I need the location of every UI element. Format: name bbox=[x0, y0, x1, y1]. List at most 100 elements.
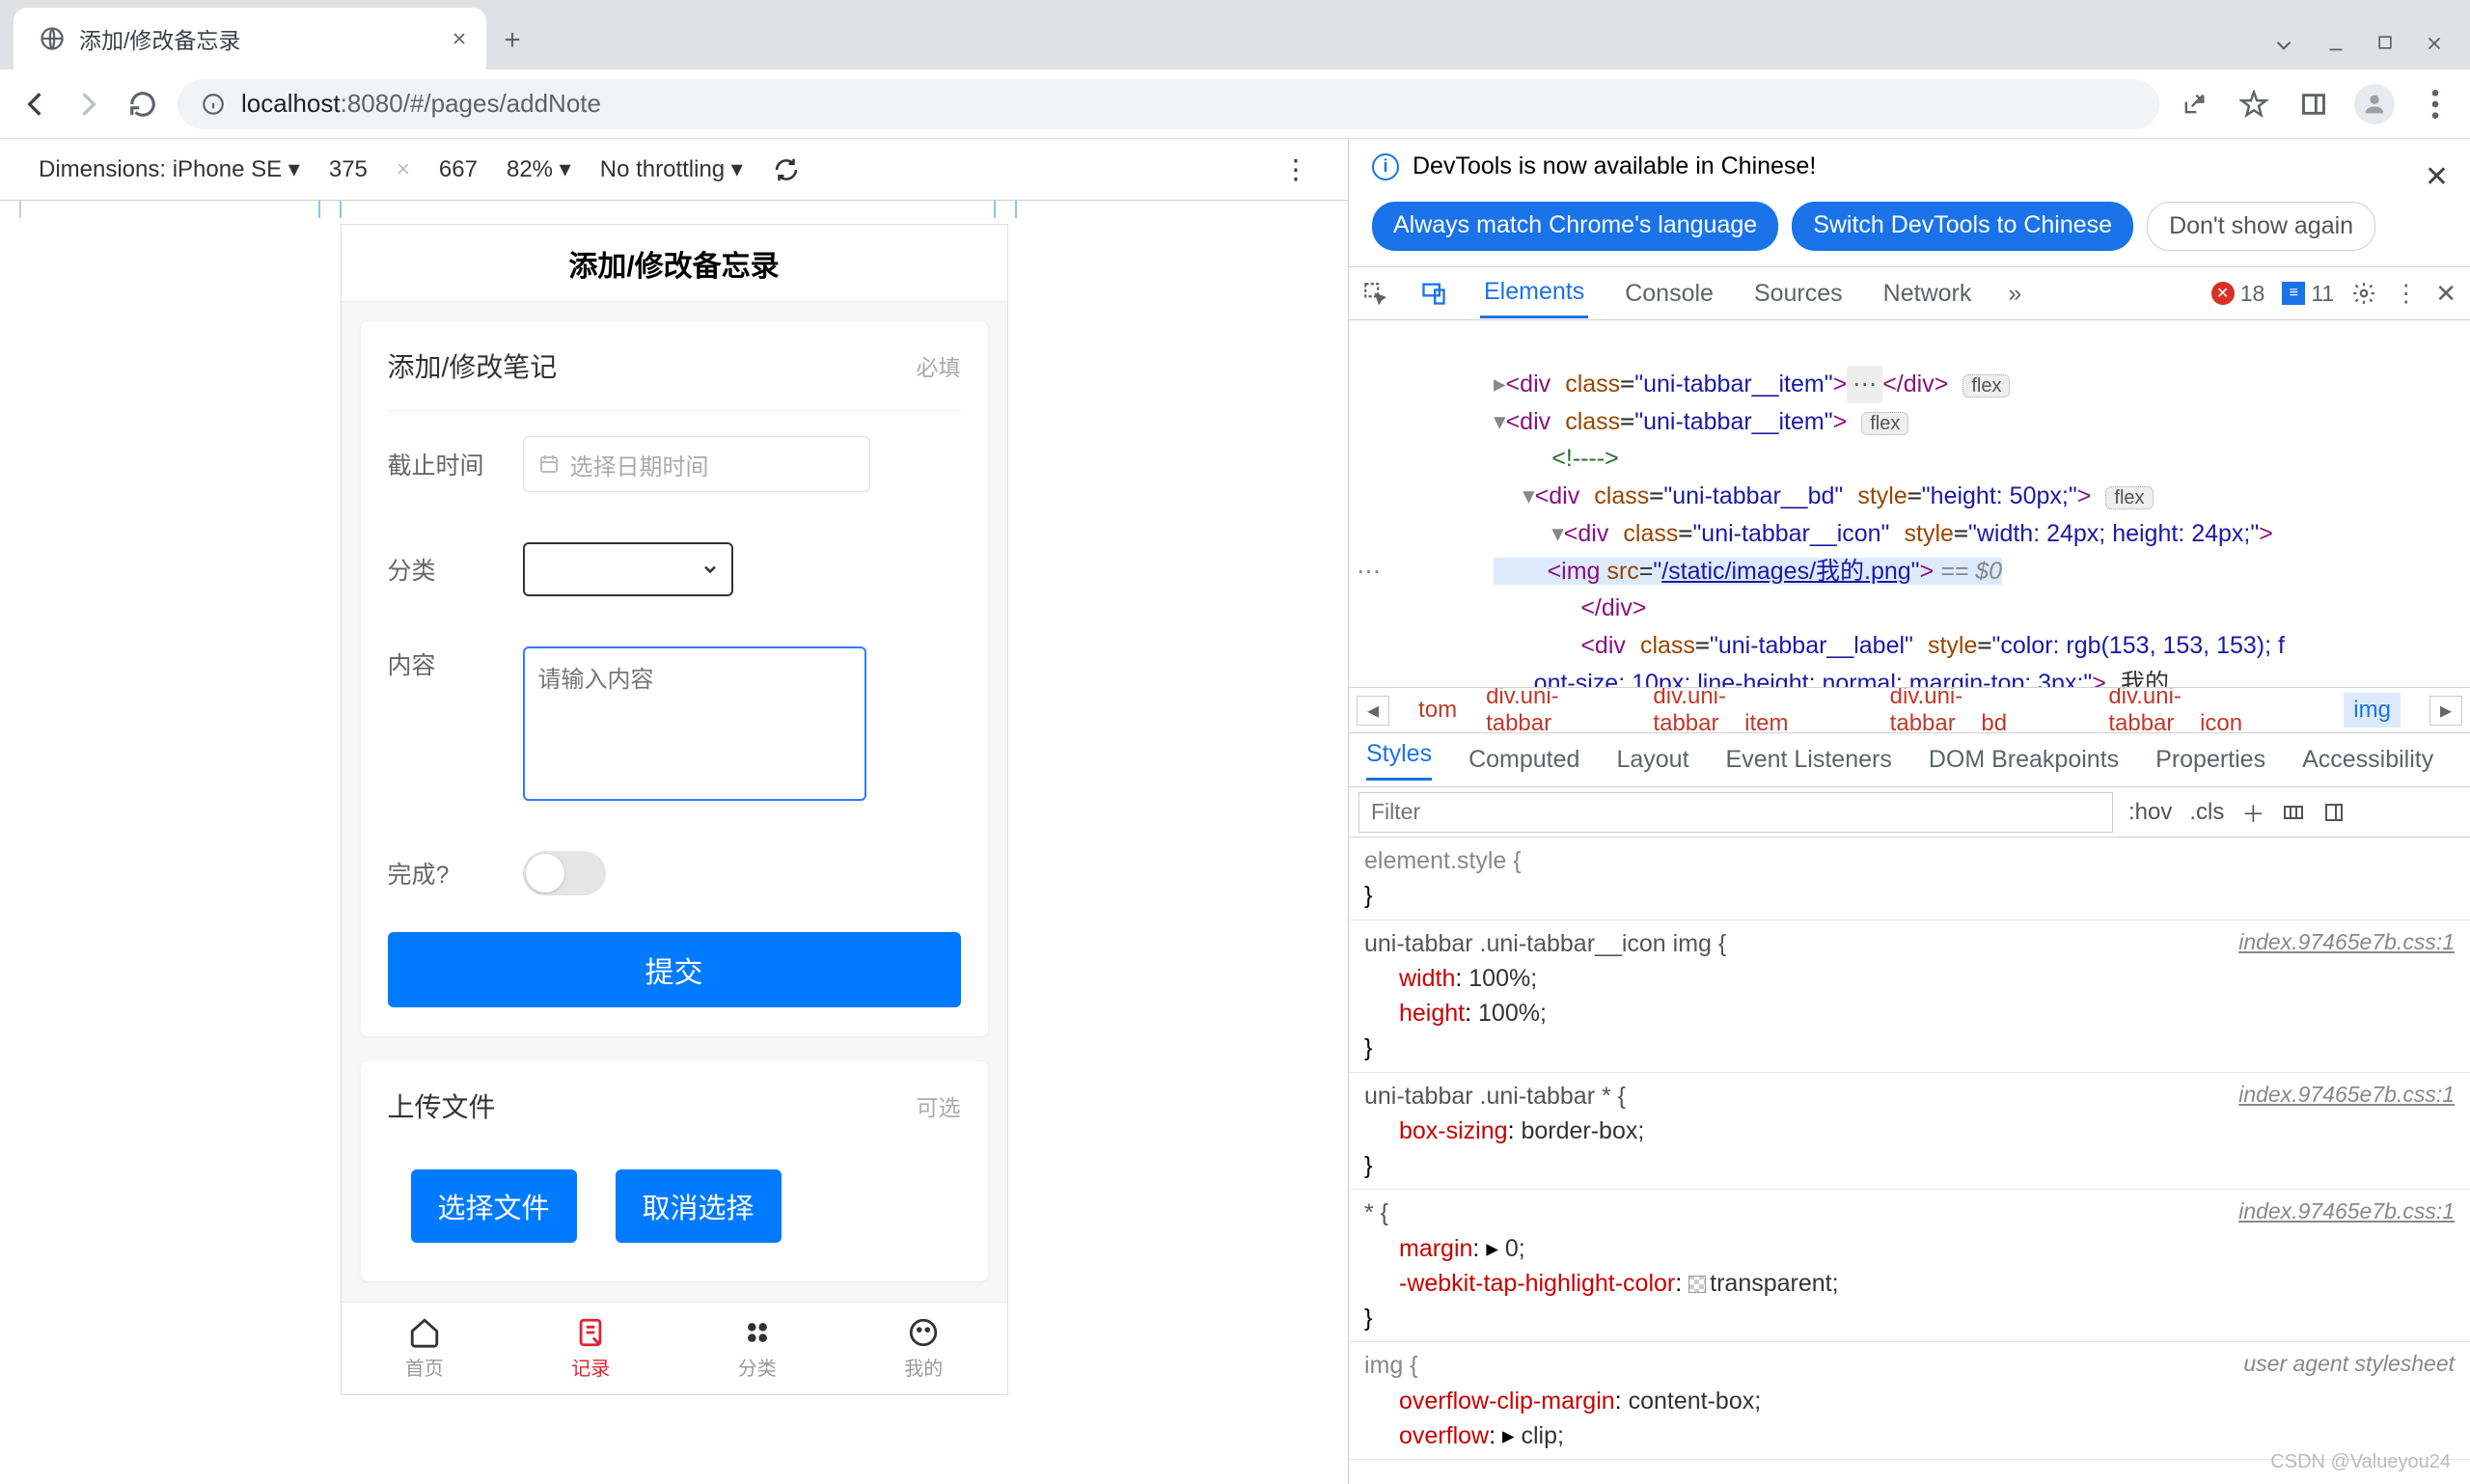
new-tab-button[interactable]: + bbox=[486, 12, 538, 69]
done-toggle[interactable] bbox=[523, 851, 606, 895]
devtools-tabs: Elements Console Sources Network » ✕18 ≡… bbox=[1349, 266, 2470, 320]
gear-icon[interactable] bbox=[2351, 281, 2376, 306]
maximize-icon[interactable] bbox=[2375, 33, 2395, 52]
pill-match-lang[interactable]: Always match Chrome's language bbox=[1372, 202, 1778, 251]
tab-strip: 添加/修改备忘录 + bbox=[0, 0, 2470, 69]
tab-network[interactable]: Network bbox=[1880, 270, 1976, 317]
styles-tabs: Styles Computed Layout Event Listeners D… bbox=[1349, 733, 2470, 787]
message-count[interactable]: ≡11 bbox=[2282, 281, 2334, 307]
profile-avatar[interactable] bbox=[2354, 84, 2395, 124]
width-input[interactable]: 375 bbox=[329, 156, 368, 183]
window-close-icon[interactable] bbox=[2424, 33, 2445, 54]
pill-switch-cn[interactable]: Switch DevTools to Chinese bbox=[1792, 202, 2133, 251]
devtools-pane: i DevTools is now available in Chinese! … bbox=[1349, 139, 2470, 1484]
styles-filter-input[interactable] bbox=[1358, 792, 2113, 833]
tabbar: 首页 记录 分类 我的 bbox=[342, 1302, 1007, 1394]
tab-layout[interactable]: Layout bbox=[1616, 746, 1688, 774]
tab-category[interactable]: 分类 bbox=[674, 1303, 841, 1394]
note-icon bbox=[574, 1316, 607, 1349]
rotate-icon[interactable] bbox=[772, 155, 801, 184]
content-label: 内容 bbox=[388, 646, 504, 681]
bookmark-icon[interactable] bbox=[2235, 85, 2273, 124]
dimensions-select[interactable]: Dimensions: iPhone SE ▾ bbox=[39, 155, 300, 183]
url-text: localhost:8080/#/pages/addNote bbox=[241, 89, 601, 119]
panel-toggle-icon[interactable] bbox=[2322, 801, 2346, 824]
info-icon: i bbox=[1372, 153, 1399, 180]
device-toolbar: Dimensions: iPhone SE ▾ 375 × 667 82% ▾ … bbox=[0, 139, 1348, 201]
menu-icon[interactable] bbox=[2416, 85, 2455, 124]
phone-frame: 添加/修改备忘录 添加/修改笔记 必填 截止时间 选择日期时间 bbox=[341, 224, 1008, 1395]
tab-profile[interactable]: 我的 bbox=[840, 1303, 1007, 1394]
cancel-file-button[interactable]: 取消选择 bbox=[616, 1169, 782, 1243]
forward-button[interactable] bbox=[69, 85, 108, 124]
tab-listeners[interactable]: Event Listeners bbox=[1726, 746, 1892, 774]
upload-card: 上传文件 可选 选择文件 取消选择 bbox=[361, 1061, 988, 1281]
hov-toggle[interactable]: :hov bbox=[2128, 799, 2172, 826]
upload-title: 上传文件 bbox=[388, 1086, 496, 1125]
chevron-down-icon bbox=[700, 560, 720, 579]
viewport-area: 添加/修改备忘录 添加/修改笔记 必填 截止时间 选择日期时间 bbox=[0, 201, 1348, 1484]
grid-icon bbox=[741, 1316, 774, 1349]
new-rule-icon[interactable]: ＋ bbox=[2241, 795, 2264, 829]
category-select[interactable] bbox=[523, 542, 733, 596]
devtools-close-icon[interactable]: ✕ bbox=[2435, 279, 2456, 309]
info-icon bbox=[201, 92, 226, 117]
browser-tab[interactable]: 添加/修改备忘录 bbox=[14, 8, 486, 69]
banner-close-icon[interactable]: ✕ bbox=[2425, 160, 2449, 194]
required-hint: 必填 bbox=[917, 349, 961, 382]
devtools-banner: i DevTools is now available in Chinese! … bbox=[1349, 139, 2470, 194]
tab-a11y[interactable]: Accessibility bbox=[2302, 746, 2433, 774]
panel-icon[interactable] bbox=[2294, 85, 2333, 124]
reload-button[interactable] bbox=[124, 85, 162, 124]
address-bar: localhost:8080/#/pages/addNote bbox=[0, 69, 2470, 139]
minimize-icon[interactable] bbox=[2325, 33, 2346, 54]
url-box[interactable]: localhost:8080/#/pages/addNote bbox=[178, 79, 2159, 129]
tab-styles[interactable]: Styles bbox=[1366, 740, 1432, 781]
globe-icon bbox=[39, 25, 66, 52]
tab-home[interactable]: 首页 bbox=[342, 1303, 508, 1394]
dom-tree[interactable]: ▸<div class="uni-tabbar__item">⋯</div> f… bbox=[1349, 320, 2470, 687]
watermark: CSDN @Valueyou24 bbox=[2270, 1448, 2451, 1476]
tabs-overflow-icon[interactable]: » bbox=[2008, 280, 2021, 308]
category-label: 分类 bbox=[388, 552, 504, 587]
tab-dom-bp[interactable]: DOM Breakpoints bbox=[1929, 746, 2119, 774]
device-more-icon[interactable]: ⋮ bbox=[1282, 153, 1309, 185]
card-title: 添加/修改笔记 bbox=[388, 346, 558, 385]
optional-hint: 可选 bbox=[917, 1089, 961, 1122]
choose-file-button[interactable]: 选择文件 bbox=[411, 1169, 577, 1243]
done-label: 完成? bbox=[388, 856, 504, 891]
tab-sources[interactable]: Sources bbox=[1750, 270, 1847, 317]
devtools-more-icon[interactable]: ⋮ bbox=[2394, 279, 2418, 308]
back-button[interactable] bbox=[15, 85, 54, 124]
height-input[interactable]: 667 bbox=[439, 156, 478, 183]
zoom-select[interactable]: 82% ▾ bbox=[507, 155, 571, 183]
form-card: 添加/修改笔记 必填 截止时间 选择日期时间 分类 bbox=[361, 321, 988, 1036]
deadline-label: 截止时间 bbox=[388, 447, 504, 481]
tab-notes[interactable]: 记录 bbox=[508, 1303, 674, 1394]
device-preview-pane: Dimensions: iPhone SE ▾ 375 × 667 82% ▾ … bbox=[0, 139, 1349, 1484]
home-icon bbox=[408, 1316, 441, 1349]
date-picker[interactable]: 选择日期时间 bbox=[523, 436, 870, 492]
tab-console[interactable]: Console bbox=[1621, 270, 1717, 317]
inspect-icon[interactable] bbox=[1362, 281, 1387, 306]
dom-breadcrumb[interactable]: ◂ tom div.uni-tabbar div.uni-tabbar__ite… bbox=[1349, 687, 2470, 733]
flex-icon[interactable] bbox=[2282, 801, 2305, 824]
tab-elements[interactable]: Elements bbox=[1480, 268, 1588, 318]
chevron-down-icon[interactable] bbox=[2271, 33, 2296, 58]
tab-properties[interactable]: Properties bbox=[2155, 746, 2265, 774]
submit-button[interactable]: 提交 bbox=[388, 932, 961, 1007]
ruler bbox=[0, 201, 1348, 220]
tab-computed[interactable]: Computed bbox=[1468, 746, 1579, 774]
tab-title: 添加/修改备忘录 bbox=[79, 22, 436, 55]
share-icon[interactable] bbox=[2175, 85, 2213, 124]
pill-dont-show[interactable]: Don't show again bbox=[2147, 202, 2375, 251]
cls-toggle[interactable]: .cls bbox=[2189, 799, 2224, 826]
close-icon[interactable] bbox=[450, 29, 469, 48]
calendar-icon bbox=[537, 453, 561, 476]
content-textarea[interactable] bbox=[523, 646, 866, 801]
face-icon bbox=[907, 1316, 940, 1349]
device-toggle-icon[interactable] bbox=[1420, 280, 1447, 307]
throttling-select[interactable]: No throttling ▾ bbox=[600, 155, 743, 183]
error-count[interactable]: ✕18 bbox=[2211, 281, 2265, 307]
css-rules[interactable]: element.style { } index.97465e7b.css:1 u… bbox=[1349, 838, 2470, 1484]
